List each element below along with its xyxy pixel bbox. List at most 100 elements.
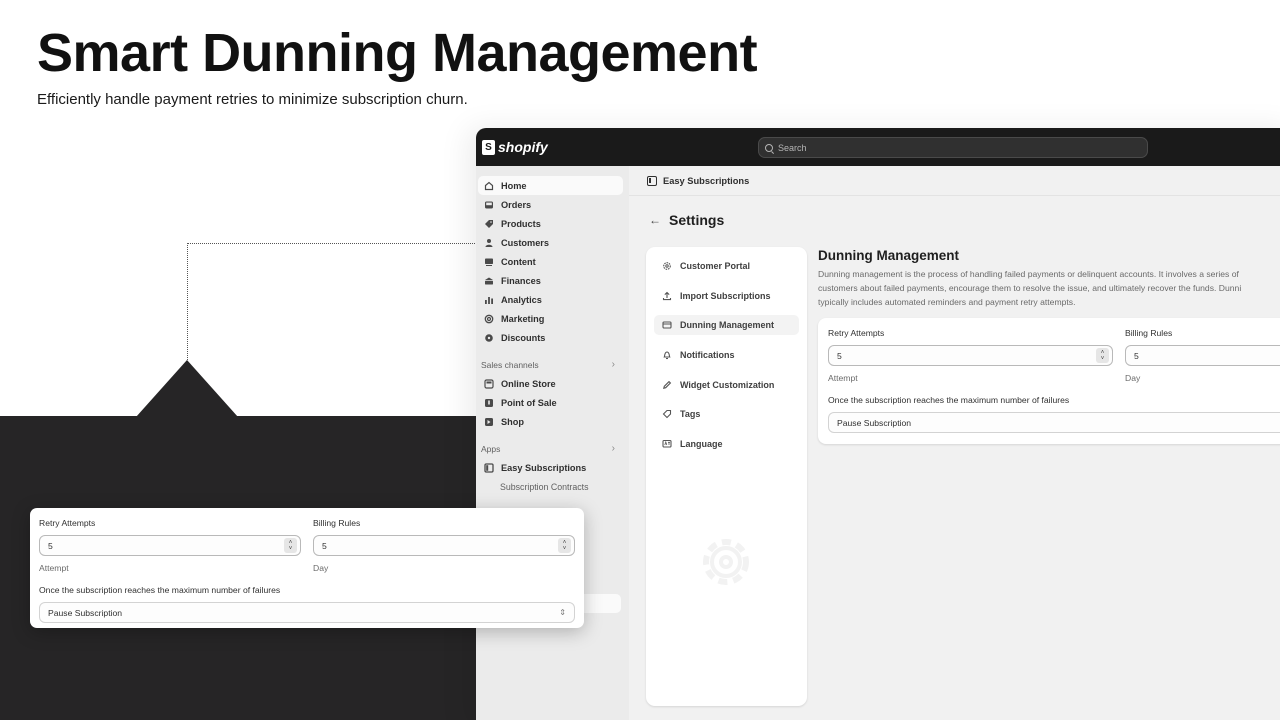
bar-chart-icon xyxy=(484,295,494,305)
retry-attempts-field: Retry Attempts 5 ˄ ˅ Attempt xyxy=(39,518,301,573)
sidebar-item-label: Orders xyxy=(501,199,532,210)
tag-icon xyxy=(484,219,494,229)
settings-menu-language[interactable]: Language xyxy=(654,434,799,454)
sidebar-item-label: Home xyxy=(501,180,527,191)
settings-header: ← Settings xyxy=(649,212,724,228)
sidebar-item-content[interactable]: Content xyxy=(478,252,623,271)
app-header: Easy Subscriptions xyxy=(629,166,1280,196)
upload-icon xyxy=(662,291,672,301)
content-icon xyxy=(484,257,494,267)
target-icon xyxy=(484,314,494,324)
inbox-icon xyxy=(484,200,494,210)
hero-subtitle: Efficiently handle payment retries to mi… xyxy=(37,91,468,108)
failure-action-select[interactable]: Pause Subscription ⇕ xyxy=(39,602,575,623)
gear-watermark-icon xyxy=(703,539,749,585)
sidebar-item-discounts[interactable]: Discounts xyxy=(478,328,623,347)
settings-menu-widget-customization[interactable]: Widget Customization xyxy=(654,375,799,395)
stepper-icon[interactable]: ˄ ˅ xyxy=(558,538,571,553)
menu-item-label: Notifications xyxy=(680,350,735,361)
sales-channels-header[interactable]: Sales channels › xyxy=(478,355,623,374)
settings-menu-customer-portal[interactable]: Customer Portal xyxy=(654,256,799,276)
menu-item-label: Dunning Management xyxy=(680,320,774,331)
dunning-section: Dunning Management Dunning management is… xyxy=(818,248,1280,309)
failure-action-value: Pause Subscription xyxy=(48,607,123,618)
connector-line-horizontal xyxy=(187,243,477,244)
retry-attempts-input[interactable]: 5 ˄ ˅ xyxy=(828,345,1113,366)
section-title: Dunning Management xyxy=(818,248,959,263)
menu-item-label: Language xyxy=(680,439,723,450)
sidebar-item-label: Customers xyxy=(501,237,549,248)
billing-rules-label: Billing Rules xyxy=(1125,328,1173,338)
brand-name: shopify xyxy=(498,139,548,155)
sidebar-item-label: Products xyxy=(501,218,541,229)
billing-rules-value: 5 xyxy=(322,540,327,551)
stage: Smart Dunning Management Efficiently han… xyxy=(0,0,1280,720)
settings-menu-dunning-management[interactable]: Dunning Management xyxy=(654,315,799,336)
store-icon xyxy=(484,378,494,389)
callout-form-card: Retry Attempts 5 ˄ ˅ Attempt Billing Rule… xyxy=(30,508,584,628)
sidebar-item-point-of-sale[interactable]: Point of Sale xyxy=(478,393,623,412)
sidebar-item-label: Marketing xyxy=(501,313,545,324)
search-input[interactable]: Search xyxy=(758,137,1148,158)
billing-rules-field: Billing Rules 5 Day xyxy=(1125,328,1280,383)
sidebar-item-easy-subscriptions[interactable]: Easy Subscriptions xyxy=(478,458,623,477)
failure-action-value: Pause Subscription xyxy=(837,417,912,428)
sidebar-item-label: Discounts xyxy=(501,332,546,343)
sidebar-item-products[interactable]: Products xyxy=(478,214,623,233)
retry-attempts-help: Attempt xyxy=(39,563,69,573)
sidebar-item-shop[interactable]: Shop xyxy=(478,412,623,431)
retry-attempts-value: 5 xyxy=(837,350,842,361)
sidebar-item-home[interactable]: Home xyxy=(478,176,623,195)
sidebar-item-online-store[interactable]: Online Store xyxy=(478,374,623,393)
sidebar-item-finances[interactable]: Finances xyxy=(478,271,623,290)
sidebar-subitem-subscription-contracts[interactable]: Subscription Contracts xyxy=(500,477,629,496)
app-header-title: Easy Subscriptions xyxy=(663,175,750,186)
settings-menu: Customer Portal Import Subscriptions Dun… xyxy=(646,247,807,706)
sidebar-item-orders[interactable]: Orders xyxy=(478,195,623,214)
person-icon xyxy=(484,238,494,248)
menu-item-label: Import Subscriptions xyxy=(680,290,771,301)
select-chevron-icon: ⇕ xyxy=(559,608,566,617)
dunning-form-card: Retry Attempts 5 ˄ ˅ Attempt Billing Rule… xyxy=(818,318,1280,444)
credit-card-icon xyxy=(662,320,672,330)
sidebar-item-label: Online Store xyxy=(501,378,556,389)
billing-rules-help: Day xyxy=(1125,373,1141,383)
pencil-icon xyxy=(662,380,672,390)
sidebar-item-label: Shop xyxy=(501,416,524,427)
section-label: Sales channels xyxy=(481,359,539,370)
backdrop-peak xyxy=(136,360,238,417)
back-arrow-icon[interactable]: ← xyxy=(649,213,661,227)
chevron-right-icon: › xyxy=(611,443,615,454)
stepper-icon[interactable]: ˄ ˅ xyxy=(284,538,297,553)
settings-menu-notifications[interactable]: Notifications xyxy=(654,345,799,365)
retry-attempts-field: Retry Attempts 5 ˄ ˅ Attempt xyxy=(828,328,1113,383)
sidebar-item-analytics[interactable]: Analytics xyxy=(478,290,623,309)
failure-action-select[interactable]: Pause Subscription xyxy=(828,412,1280,433)
section-label: Apps xyxy=(481,443,501,454)
settings-menu-import-subscriptions[interactable]: Import Subscriptions xyxy=(654,286,799,306)
menu-item-label: Widget Customization xyxy=(680,379,775,390)
retry-attempts-input[interactable]: 5 ˄ ˅ xyxy=(39,535,301,556)
search-icon xyxy=(765,143,773,152)
sidebar-item-customers[interactable]: Customers xyxy=(478,233,623,252)
billing-rules-input[interactable]: 5 ˄ ˅ xyxy=(313,535,575,556)
home-icon xyxy=(484,181,494,191)
billing-rules-input[interactable]: 5 xyxy=(1125,345,1280,366)
shop-icon xyxy=(484,417,494,427)
description-line: typically includes automated reminders a… xyxy=(818,297,1076,307)
pos-icon xyxy=(484,398,494,408)
gear-icon xyxy=(662,261,672,271)
menu-item-label: Tags xyxy=(680,409,701,420)
description-line: customers about failed payments, encoura… xyxy=(818,283,1242,293)
top-bar: S shopify Search xyxy=(476,128,1280,166)
sidebar-item-label: Content xyxy=(501,256,536,267)
failure-action-label: Once the subscription reaches the maximu… xyxy=(39,585,281,595)
sidebar-item-label: Easy Subscriptions xyxy=(501,462,587,473)
settings-menu-tags[interactable]: Tags xyxy=(654,404,799,424)
sidebar-item-marketing[interactable]: Marketing xyxy=(478,309,623,328)
stepper-icon[interactable]: ˄ ˅ xyxy=(1096,348,1109,363)
shopify-logo[interactable]: S shopify xyxy=(482,139,548,155)
retry-attempts-help: Attempt xyxy=(828,373,858,383)
sidebar-item-label: Point of Sale xyxy=(501,397,557,408)
apps-header[interactable]: Apps › xyxy=(478,439,623,458)
